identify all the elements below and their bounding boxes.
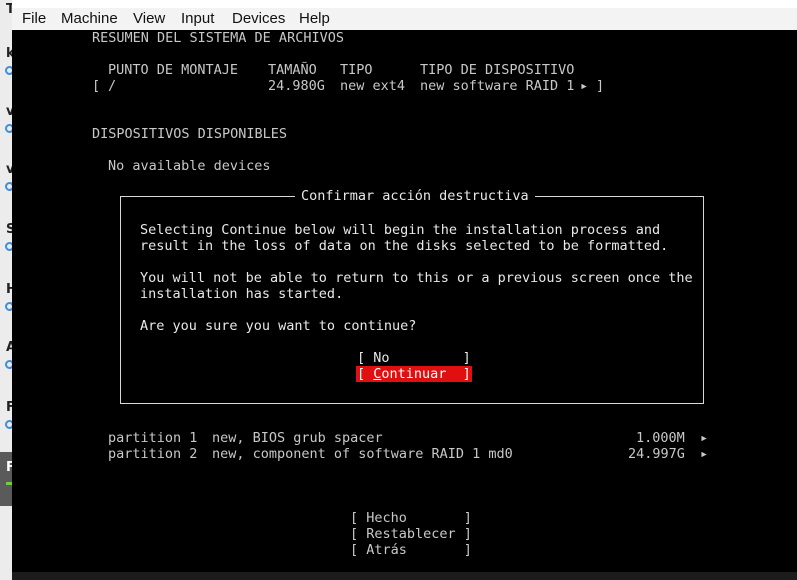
continue-button[interactable]: [ Continuar ]	[356, 366, 472, 382]
dialog-title: Confirmar acción destructiva	[295, 188, 535, 204]
radio-icon[interactable]	[5, 242, 12, 251]
menu-file[interactable]: File	[22, 10, 46, 27]
reset-button[interactable]: [ Restablecer ]	[350, 526, 472, 542]
radio-icon[interactable]	[5, 124, 12, 133]
dialog-text-line: result in the loss of data on the disks …	[140, 238, 669, 254]
no-devices-text: No available devices	[108, 158, 271, 174]
back-button[interactable]: [ Atrás ]	[350, 542, 472, 558]
partition-arrow-icon[interactable]: ▸	[700, 446, 708, 462]
radio-icon[interactable]	[5, 66, 12, 75]
menu-help[interactable]: Help	[299, 10, 330, 27]
vm-console[interactable]: RESUMEN DEL SISTEMA DE ARCHIVOS PUNTO DE…	[12, 30, 797, 580]
fs-row-mount: /	[108, 78, 117, 94]
fs-row-arrow-icon[interactable]: ▸	[580, 78, 588, 94]
radio-icon[interactable]	[5, 302, 12, 311]
host-strip-selected-item[interactable]: F	[0, 452, 12, 506]
fs-row-open-bracket: [	[92, 78, 101, 94]
fs-summary-title: RESUMEN DEL SISTEMA DE ARCHIVOS	[92, 30, 344, 46]
partition-desc: new, BIOS grub spacer	[212, 430, 383, 446]
menu-devices[interactable]: Devices	[232, 10, 285, 27]
dialog-text-line: Selecting Continue below will begin the …	[140, 222, 661, 238]
radio-icon[interactable]	[5, 182, 12, 191]
dialog-question: Are you sure you want to continue?	[140, 318, 417, 334]
done-button[interactable]: [ Hecho ]	[350, 510, 472, 526]
console-bottom-bar	[12, 572, 797, 580]
partition-size: 24.997G	[628, 446, 685, 462]
host-window-strip: T k v v S H A F F	[0, 0, 12, 580]
menu-input[interactable]: Input	[181, 10, 214, 27]
available-devices-title: DISPOSITIVOS DISPONIBLES	[92, 126, 288, 142]
col-size: TAMAÑO	[268, 62, 317, 78]
col-device-type: TIPO DE DISPOSITIVO	[420, 62, 575, 78]
dialog-text-line: You will not be able to return to this o…	[140, 270, 693, 286]
no-button[interactable]: [ No ]	[357, 350, 471, 366]
dialog-text-line: installation has started.	[140, 286, 344, 302]
fs-row-device-type: new software RAID 1	[420, 78, 575, 94]
fs-row-close-bracket: ]	[596, 78, 605, 94]
partition-arrow-icon[interactable]: ▸	[700, 430, 708, 446]
radio-icon[interactable]	[5, 420, 12, 429]
partition-name: partition 1	[108, 430, 198, 446]
menu-view[interactable]: View	[133, 10, 165, 27]
partition-size: 1.000M	[636, 430, 685, 446]
continue-bracket: [	[357, 366, 374, 382]
partition-desc: new, component of software RAID 1 md0	[212, 446, 513, 462]
vm-menubar: File Machine View Input Devices Help	[12, 8, 797, 30]
continue-label: ontinuar ]	[381, 366, 471, 382]
fs-row-size: 24.980G	[268, 78, 325, 94]
col-type: TIPO	[340, 62, 373, 78]
partition-name: partition 2	[108, 446, 198, 462]
col-mount-point: PUNTO DE MONTAJE	[108, 62, 239, 78]
radio-icon[interactable]	[5, 360, 12, 369]
fs-row-type: new ext4	[340, 78, 406, 94]
confirm-dialog: Confirmar acción destructiva Selecting C…	[120, 188, 704, 404]
menu-machine[interactable]: Machine	[61, 10, 118, 27]
